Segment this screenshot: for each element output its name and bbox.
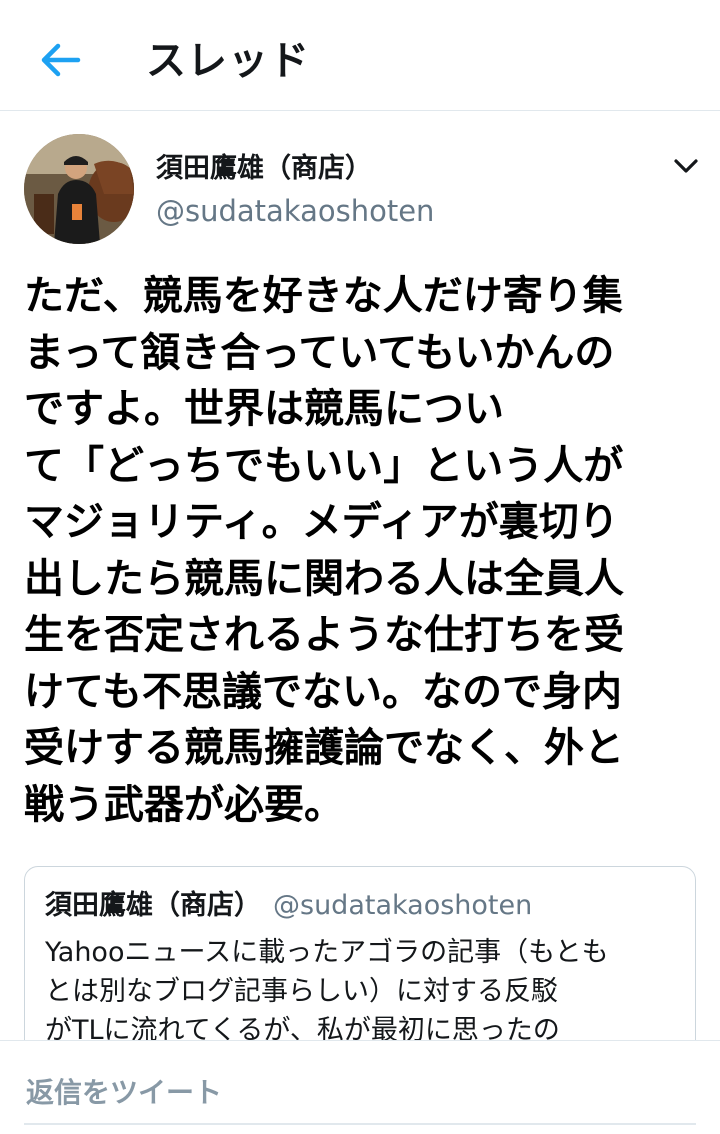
tweet-text-line: ですよ。世界は競馬につい bbox=[24, 386, 504, 432]
quoted-tweet-header: 須田鷹雄（商店） @sudatakaoshoten bbox=[45, 883, 532, 922]
reply-input-underline bbox=[24, 1123, 696, 1125]
tweet-text-line: 生を否定されるような仕打ちを受 bbox=[24, 612, 624, 658]
tweet-text-line: ただ、競馬を好きな人だけ寄り集 bbox=[24, 273, 623, 319]
tweet-text-line: けても不思議でない。なので身内 bbox=[24, 668, 622, 715]
author-handle[interactable]: @sudatakaoshoten bbox=[156, 194, 434, 228]
chevron-down-icon bbox=[674, 159, 698, 173]
tweet-text-line: 出したら競馬に関わる人は全員人 bbox=[24, 555, 624, 602]
tweet-text-line: 戦う武器が必要。 bbox=[24, 781, 344, 828]
top-bar: スレッド bbox=[0, 0, 720, 111]
quoted-author-handle: @sudatakaoshoten bbox=[273, 890, 533, 921]
tweet-text-line: 受けする競馬擁護論でなく、外と bbox=[24, 725, 624, 771]
tweet-text-line: マジョリティ。メディアが裏切り bbox=[24, 499, 619, 545]
page-title: スレッド bbox=[146, 38, 310, 84]
author-name[interactable]: 須田鷹雄（商店） bbox=[156, 146, 372, 185]
thread-screen: スレッド 須田鷹雄（商店） @sudatakaoshoten ただ、競馬を好きな… bbox=[0, 0, 720, 1134]
back-button[interactable] bbox=[30, 30, 90, 90]
reply-input[interactable]: 返信をツイート bbox=[26, 1071, 222, 1111]
tweet-menu-button[interactable] bbox=[664, 148, 708, 184]
tweet-text-line: て「どっちでもいい」という人が bbox=[24, 442, 624, 489]
tweet-text-line: まって頷き合っていてもいかんの bbox=[24, 329, 615, 376]
quoted-tweet-text: Yahooニュースに載ったアゴラの記事（もとも とは別なブログ記事らしい）に対す… bbox=[45, 933, 685, 1050]
quoted-author-name: 須田鷹雄（商店） bbox=[45, 890, 261, 921]
tweet-text: ただ、競馬を好きな人だけ寄り集 まって頷き合っていてもいかんの ですよ。世界は競… bbox=[24, 268, 694, 833]
back-arrow-icon bbox=[41, 43, 81, 77]
reply-bar: 返信をツイート bbox=[0, 1040, 720, 1134]
quoted-text-line: Yahooニュースに載ったアゴラの記事（もとも bbox=[45, 937, 609, 968]
quoted-text-line: とは別なブログ記事らしい）に対する反駁 bbox=[45, 976, 558, 1007]
avatar-image bbox=[24, 134, 134, 244]
avatar[interactable] bbox=[24, 134, 134, 244]
